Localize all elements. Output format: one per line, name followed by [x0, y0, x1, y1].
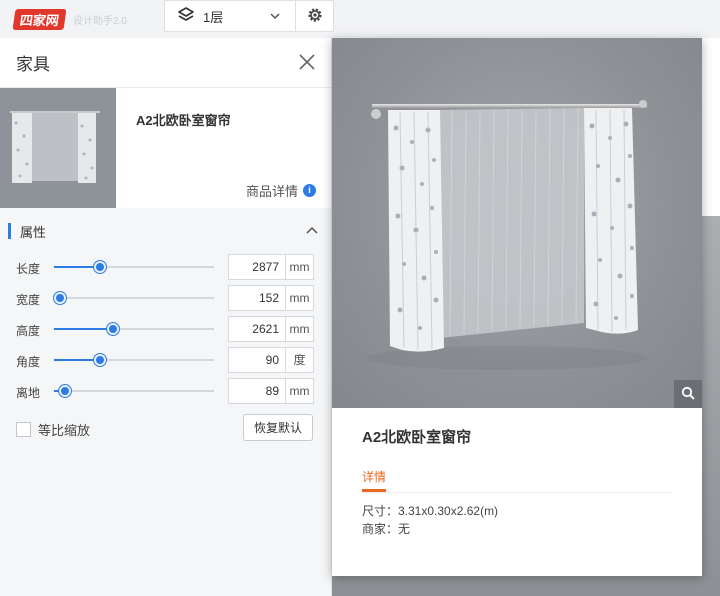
property-slider[interactable] [54, 385, 214, 397]
property-slider[interactable] [54, 323, 214, 335]
property-label: 长度 [16, 262, 41, 276]
slider-thumb[interactable] [59, 385, 71, 397]
property-row: 高度 mm [0, 316, 332, 342]
panel-header: 家具 [0, 38, 331, 88]
reset-default-button[interactable]: 恢复默认 [243, 414, 313, 441]
product-popup: A2北欧卧室窗帘 详情 尺寸：3.31x0.30x2.62(m) 商家：无 [332, 38, 702, 576]
layers-icon [177, 6, 195, 27]
slider-fill [54, 266, 94, 268]
property-row: 角度 度 [0, 347, 332, 373]
product-preview-image [332, 38, 702, 408]
property-value-input[interactable] [228, 347, 286, 373]
product-detail-link[interactable]: 商品详情 i [246, 181, 317, 200]
popup-title: A2北欧卧室窗帘 [362, 429, 472, 446]
property-label: 角度 [16, 355, 41, 369]
property-label: 离地 [16, 386, 41, 400]
logo-mark: 四家网 [12, 8, 67, 30]
property-value-input[interactable] [228, 378, 286, 404]
property-unit: mm [286, 254, 314, 280]
chevron-down-icon [269, 10, 281, 25]
slider-thumb[interactable] [107, 323, 119, 335]
chevron-up-icon[interactable] [305, 224, 319, 241]
logo-subtitle: 设计助手2.0 [73, 15, 127, 27]
property-unit: mm [286, 378, 314, 404]
floor-label: 1层 [203, 9, 224, 25]
floor-select[interactable]: 1层 [164, 0, 296, 32]
proportional-scale-label: 等比缩放 [38, 423, 91, 438]
settings-button[interactable] [296, 0, 334, 32]
search-icon [681, 386, 695, 403]
section-title: 属性 [20, 224, 47, 240]
product-thumbnail[interactable] [0, 88, 116, 208]
property-unit: mm [286, 316, 314, 342]
section-accent-bar [8, 223, 11, 239]
gear-icon [306, 6, 324, 27]
proportional-scale-checkbox[interactable] [16, 422, 31, 437]
panel-title: 家具 [16, 55, 50, 74]
tab-details[interactable]: 详情 [362, 468, 386, 485]
zoom-button[interactable] [674, 380, 702, 408]
slider-fill [54, 359, 94, 361]
property-unit: mm [286, 285, 314, 311]
top-bar: 四家网 设计助手2.0 1层 [0, 0, 720, 38]
property-row: 宽度 mm [0, 285, 332, 311]
property-unit: 度 [286, 347, 314, 373]
property-label: 宽度 [16, 293, 41, 307]
furniture-panel: 家具 A2北欧卧室窗帘 商品详情 i 属性 长度 2877 mm 宽度 152 … [0, 38, 332, 596]
close-icon[interactable] [297, 52, 317, 72]
slider-thumb[interactable] [94, 261, 106, 273]
product-detail-label: 商品详情 [246, 184, 299, 199]
tab-divider [362, 492, 672, 493]
slider-thumb[interactable] [94, 354, 106, 366]
side-panel-edge [700, 38, 720, 216]
product-card: A2北欧卧室窗帘 商品详情 i [0, 88, 331, 208]
property-slider[interactable] [54, 261, 214, 273]
size-spec: 尺寸：3.31x0.30x2.62(m) [362, 504, 499, 518]
properties-section-header[interactable]: 属性 [0, 208, 331, 254]
property-value-input[interactable] [228, 285, 286, 311]
info-icon: i [303, 184, 317, 197]
property-value-input[interactable] [228, 254, 286, 280]
property-row: 长度 mm [0, 254, 332, 280]
property-label: 高度 [16, 324, 41, 338]
logo: 四家网 设计助手2.0 [12, 8, 127, 30]
slider-thumb[interactable] [54, 292, 66, 304]
slider-fill [54, 328, 107, 330]
property-slider[interactable] [54, 354, 214, 366]
property-value-input[interactable] [228, 316, 286, 342]
property-row: 离地 mm [0, 378, 332, 404]
vendor-spec: 商家：无 [362, 522, 411, 536]
product-name: A2北欧卧室窗帘 [136, 113, 231, 128]
proportional-scale-toggle[interactable]: 等比缩放 [16, 420, 90, 439]
property-slider[interactable] [54, 292, 214, 304]
